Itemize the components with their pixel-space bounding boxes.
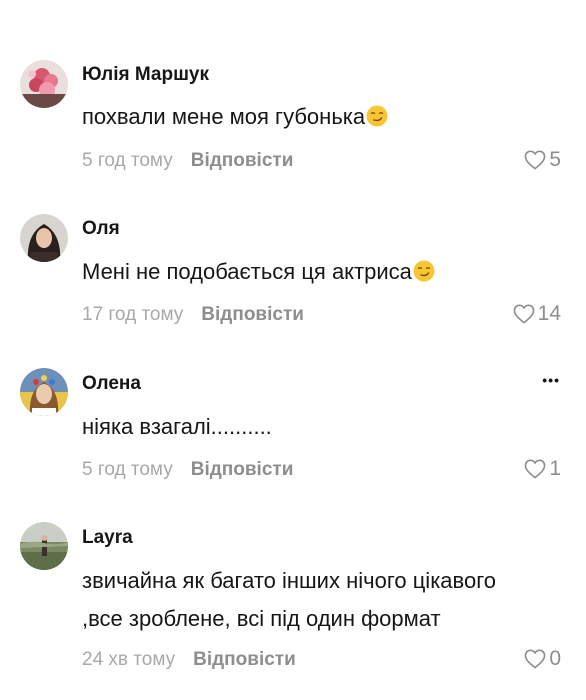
comment-time: 17 год тому	[82, 304, 184, 325]
comment-text-content: ніяка взагалі..........	[82, 414, 272, 439]
avatar[interactable]	[20, 214, 68, 262]
comment-text-line: ,все зроблене, всі під один формат	[82, 606, 441, 631]
avatar[interactable]	[20, 368, 68, 416]
reply-button[interactable]: Відповісти	[193, 649, 296, 670]
comment-username[interactable]: Оля	[82, 218, 120, 240]
comment-text-content: Мені не подобається ця актриса	[82, 259, 412, 284]
comment-time: 5 год тому	[82, 459, 173, 480]
comment-text: похвали мене моя губонька	[82, 98, 388, 136]
comment-time: 24 хв тому	[82, 649, 176, 670]
like-count: 14	[537, 302, 561, 325]
comment-text: звичайна як багато інших нічого цікавого…	[82, 562, 496, 638]
comment-text: Мені не подобається ця актриса	[82, 253, 435, 291]
comment-text: ніяка взагалі..........	[82, 408, 272, 446]
heart-icon	[524, 150, 546, 170]
comment-username[interactable]: Олена	[82, 373, 141, 395]
comment-meta: 5 год тому Відповісти	[82, 150, 293, 172]
comment-meta: 5 год тому Відповісти	[82, 459, 293, 481]
smirk-emoji-icon	[413, 260, 435, 282]
more-options-icon[interactable]: •••	[542, 372, 560, 388]
comment-text-line: звичайна як багато інших нічого цікавого	[82, 568, 496, 593]
comment-meta: 17 год тому Відповісти	[82, 304, 304, 326]
like-button[interactable]: 1	[524, 457, 561, 481]
comment-username[interactable]: Layra	[82, 527, 133, 549]
like-button[interactable]: 0	[524, 647, 561, 671]
reply-button[interactable]: Відповісти	[201, 304, 304, 325]
reply-button[interactable]: Відповісти	[191, 150, 294, 171]
like-count: 5	[549, 148, 561, 171]
avatar[interactable]	[20, 60, 68, 108]
like-button[interactable]: 5	[524, 148, 561, 172]
comment-text-content: похвали мене моя губонька	[82, 104, 366, 129]
heart-icon	[524, 459, 546, 479]
avatar[interactable]	[20, 522, 68, 570]
like-count: 1	[549, 457, 561, 480]
comment-time: 5 год тому	[82, 150, 173, 171]
smirk-emoji-icon	[366, 105, 388, 127]
heart-icon	[513, 304, 535, 324]
comment-meta: 24 хв тому Відповісти	[82, 649, 296, 671]
heart-icon	[524, 649, 546, 669]
comment-username[interactable]: Юлія Маршук	[82, 64, 209, 86]
like-count: 0	[549, 647, 561, 670]
reply-button[interactable]: Відповісти	[191, 459, 294, 480]
like-button[interactable]: 14	[513, 302, 561, 326]
